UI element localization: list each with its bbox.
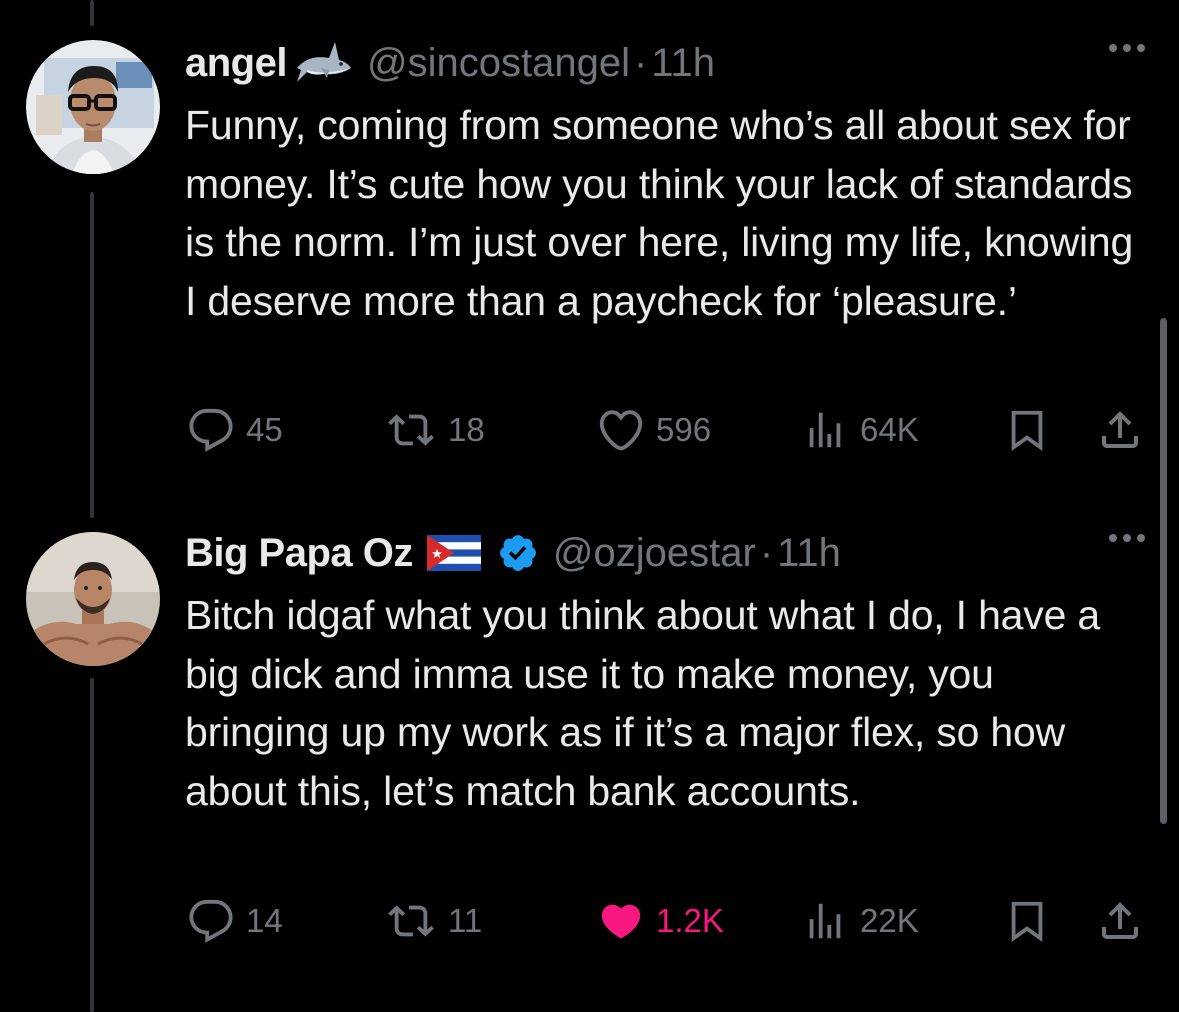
bookmark-icon <box>1011 410 1043 451</box>
separator-dot: · <box>759 530 774 575</box>
share-button[interactable] <box>1096 896 1144 946</box>
tweet-header: Big Papa Oz @ozjoestar · 11h <box>185 528 1179 578</box>
tweet-2-actions: 14 11 1.2K 22K <box>186 896 1166 946</box>
repost-button[interactable]: 18 <box>384 405 485 455</box>
share-icon <box>1102 902 1138 939</box>
repost-icon <box>388 414 434 446</box>
views-button[interactable]: 22K <box>800 896 919 946</box>
like-count: 1.2K <box>656 902 724 939</box>
avatar-angel[interactable] <box>26 40 160 174</box>
separator-dot: · <box>633 40 648 85</box>
views-button[interactable]: 64K <box>800 405 919 455</box>
repost-count: 18 <box>448 411 485 448</box>
reply-count: 45 <box>246 411 283 448</box>
views-count: 22K <box>860 902 919 939</box>
more-options-icon[interactable] <box>1109 534 1145 542</box>
scrollbar[interactable] <box>1160 318 1167 824</box>
tweet-1[interactable]: angel @sincostangel · 11h Funny, coming … <box>185 38 1179 330</box>
repost-button[interactable]: 11 <box>384 896 482 946</box>
avatar-big-papa-oz[interactable] <box>26 532 160 666</box>
tweet-2[interactable]: Big Papa Oz @ozjoestar · 11h Bitch idgaf… <box>185 528 1179 820</box>
views-chart-icon <box>809 412 841 448</box>
reply-button[interactable]: 45 <box>186 405 283 455</box>
user-handle[interactable]: @sincostangel <box>367 41 630 86</box>
share-button[interactable] <box>1096 405 1144 455</box>
like-button[interactable]: 596 <box>596 405 711 455</box>
reply-count: 14 <box>246 902 283 939</box>
repost-icon <box>388 905 434 937</box>
more-options-icon[interactable] <box>1109 44 1145 52</box>
cuba-flag-icon <box>426 535 481 571</box>
heart-filled-icon <box>601 904 641 939</box>
shark-icon <box>293 38 353 88</box>
thread-line-middle <box>90 192 94 518</box>
display-name[interactable]: Big Papa Oz <box>185 531 413 576</box>
tweet-header: angel @sincostangel · 11h <box>185 38 1179 88</box>
timestamp[interactable]: 11h <box>651 41 715 86</box>
verified-badge-icon[interactable] <box>497 532 539 574</box>
views-count: 64K <box>860 411 919 448</box>
tweet-text: Funny, coming from someone who’s all abo… <box>185 102 1134 324</box>
bookmark-icon <box>1011 901 1043 942</box>
like-button[interactable]: 1.2K <box>596 896 724 946</box>
bookmark-button[interactable] <box>1004 896 1050 946</box>
share-icon <box>1102 411 1138 448</box>
repost-count: 11 <box>448 902 483 939</box>
bookmark-button[interactable] <box>1004 405 1050 455</box>
thread-line-top <box>90 0 94 26</box>
views-chart-icon <box>809 903 841 939</box>
timestamp[interactable]: 11h <box>777 531 841 576</box>
reply-icon <box>189 408 233 452</box>
display-name[interactable]: angel <box>185 41 287 86</box>
reply-button[interactable]: 14 <box>186 896 283 946</box>
reply-icon <box>189 899 233 943</box>
heart-icon <box>599 410 643 451</box>
tweet-text: Bitch idgaf what you think about what I … <box>185 592 1100 814</box>
user-handle[interactable]: @ozjoestar <box>553 531 756 576</box>
like-count: 596 <box>656 411 712 448</box>
thread-line-bottom <box>90 678 94 1012</box>
tweet-1-actions: 45 18 596 64K <box>186 405 1166 455</box>
